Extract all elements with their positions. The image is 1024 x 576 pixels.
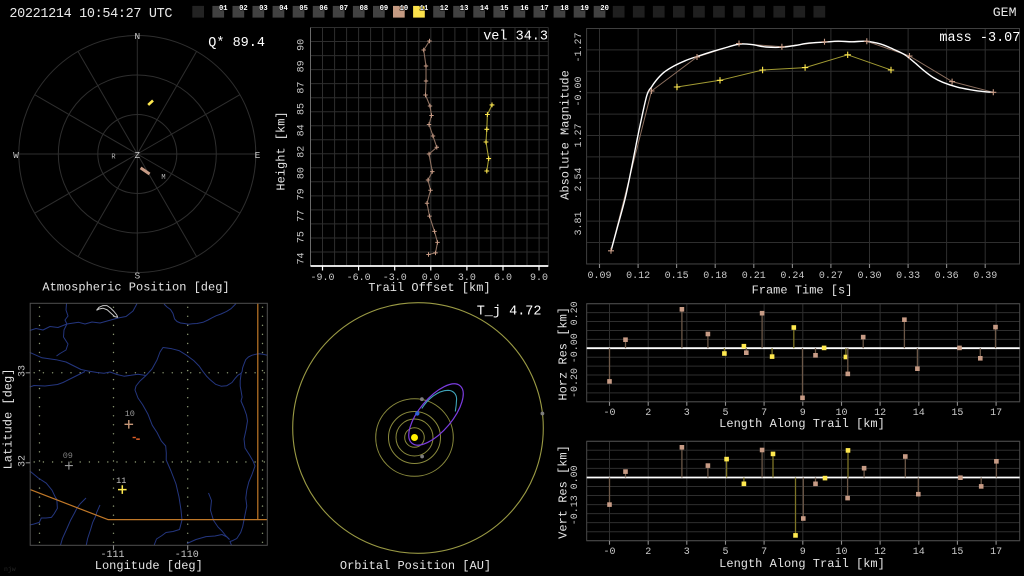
svg-text:-0.00: -0.00	[570, 333, 581, 363]
svg-text:10: 10	[400, 5, 409, 13]
svg-text:T_j 4.72: T_j 4.72	[477, 305, 542, 320]
svg-text:0.15: 0.15	[665, 271, 689, 282]
svg-text:-0.00: -0.00	[574, 76, 585, 106]
svg-text:0.30: 0.30	[857, 271, 881, 282]
svg-text:0.36: 0.36	[935, 271, 959, 282]
svg-text:77: 77	[297, 210, 308, 222]
svg-text:-0: -0	[603, 408, 615, 419]
svg-text:15: 15	[500, 5, 509, 13]
svg-text:njw: njw	[4, 566, 16, 573]
svg-text:16: 16	[520, 5, 529, 13]
svg-text:11: 11	[116, 476, 126, 486]
svg-text:mass -3.07: mass -3.07	[939, 31, 1020, 46]
svg-text:90: 90	[297, 39, 308, 51]
svg-text:vel 34.3: vel 34.3	[483, 30, 548, 45]
svg-text:75: 75	[297, 231, 308, 243]
svg-text:3.81: 3.81	[574, 211, 585, 235]
svg-text:20: 20	[600, 5, 609, 13]
svg-text:03: 03	[259, 5, 268, 13]
svg-text:17: 17	[990, 547, 1002, 558]
svg-text:01: 01	[219, 5, 228, 13]
svg-text:84: 84	[297, 124, 308, 136]
svg-text:Atmospheric Position [deg]: Atmospheric Position [deg]	[42, 281, 229, 295]
svg-text:3: 3	[684, 408, 690, 419]
svg-text:Absolute Magnitude: Absolute Magnitude	[559, 70, 573, 200]
svg-text:87: 87	[297, 82, 308, 94]
svg-text:0.12: 0.12	[626, 271, 650, 282]
svg-text:32: 32	[17, 455, 28, 467]
svg-text:05: 05	[299, 5, 308, 13]
svg-text:14: 14	[913, 408, 925, 419]
svg-text:2: 2	[645, 408, 651, 419]
svg-text:-0.13: -0.13	[570, 495, 581, 525]
svg-text:0.27: 0.27	[819, 271, 843, 282]
svg-text:74: 74	[297, 252, 308, 264]
svg-text:-1.27: -1.27	[574, 32, 585, 62]
svg-text:1.27: 1.27	[574, 123, 585, 147]
svg-text:0.20: 0.20	[570, 301, 581, 325]
svg-text:14: 14	[913, 547, 925, 558]
svg-text:Frame Time [s]: Frame Time [s]	[752, 283, 853, 297]
svg-text:33: 33	[17, 365, 28, 377]
svg-text:06: 06	[319, 5, 328, 13]
svg-text:-0.20: -0.20	[570, 368, 581, 398]
svg-text:2: 2	[645, 547, 651, 558]
svg-text:12: 12	[440, 5, 449, 13]
svg-text:0.21: 0.21	[742, 271, 766, 282]
svg-text:18: 18	[560, 5, 569, 13]
svg-text:11: 11	[420, 5, 429, 13]
svg-text:Longitude [deg]: Longitude [deg]	[95, 559, 203, 573]
svg-text:17: 17	[540, 5, 549, 13]
svg-text:10: 10	[125, 409, 135, 419]
svg-text:E: E	[255, 150, 261, 161]
svg-text:08: 08	[359, 5, 368, 13]
svg-text:GEM: GEM	[993, 5, 1017, 20]
svg-text:-9.0: -9.0	[310, 273, 334, 284]
svg-text:2.54: 2.54	[574, 167, 585, 191]
svg-text:Height [km]: Height [km]	[275, 111, 289, 190]
svg-text:0.33: 0.33	[896, 271, 920, 282]
svg-text:0.39: 0.39	[973, 271, 997, 282]
svg-text:80: 80	[297, 167, 308, 179]
svg-text:13: 13	[460, 5, 469, 13]
svg-text:Trail Offset [km]: Trail Offset [km]	[368, 281, 490, 295]
svg-text:0.00: 0.00	[570, 465, 581, 489]
svg-text:6.0: 6.0	[494, 273, 512, 284]
svg-text:09: 09	[380, 5, 389, 13]
svg-text:15: 15	[951, 547, 963, 558]
svg-text:Latitude [deg]: Latitude [deg]	[2, 369, 16, 470]
svg-text:79: 79	[297, 188, 308, 200]
svg-text:M: M	[161, 174, 165, 182]
svg-text:85: 85	[297, 103, 308, 115]
svg-text:Orbital Position [AU]: Orbital Position [AU]	[340, 559, 491, 573]
svg-text:Horz Res [km]: Horz Res [km]	[557, 307, 571, 401]
svg-text:Length Along Trail [km]: Length Along Trail [km]	[719, 417, 885, 431]
svg-text:0.09: 0.09	[587, 271, 611, 282]
svg-text:17: 17	[990, 408, 1002, 419]
svg-text:-6.0: -6.0	[347, 273, 371, 284]
svg-text:W: W	[13, 150, 19, 161]
svg-text:19: 19	[580, 5, 589, 13]
svg-text:09: 09	[63, 451, 73, 461]
svg-text:N: N	[134, 31, 140, 42]
svg-text:Length Along Trail [km]: Length Along Trail [km]	[719, 557, 885, 571]
svg-text:Vert Res [km]: Vert Res [km]	[557, 445, 571, 539]
svg-text:0.18: 0.18	[703, 271, 727, 282]
svg-text:14: 14	[480, 5, 489, 13]
svg-text:9.0: 9.0	[530, 273, 548, 284]
svg-text:82: 82	[297, 146, 308, 158]
svg-text:-0: -0	[603, 547, 615, 558]
svg-text:3: 3	[684, 547, 690, 558]
svg-text:Q* 89.4: Q* 89.4	[208, 36, 265, 51]
svg-text:02: 02	[239, 5, 248, 13]
svg-text:89: 89	[297, 60, 308, 72]
svg-text:0.24: 0.24	[780, 271, 804, 282]
svg-text:15: 15	[951, 408, 963, 419]
svg-text:04: 04	[279, 5, 288, 13]
svg-text:07: 07	[339, 5, 348, 13]
svg-text:Z: Z	[135, 151, 141, 161]
svg-text:20221214 10:54:27 UTC: 20221214 10:54:27 UTC	[9, 7, 172, 22]
